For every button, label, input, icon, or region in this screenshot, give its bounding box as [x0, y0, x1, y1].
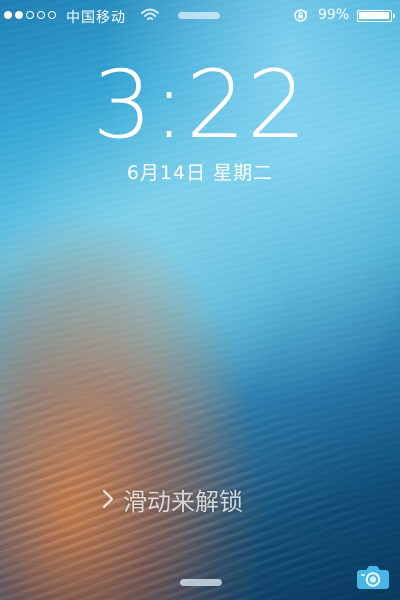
- signal-dot-filled: [15, 11, 23, 19]
- battery-icon: [357, 10, 395, 22]
- signal-dot-filled: [4, 11, 12, 19]
- carrier-name: 中国移动: [66, 10, 126, 26]
- lock-screen-time: 3:22: [92, 51, 308, 160]
- slide-to-unlock-label: 滑动来解锁: [123, 487, 243, 516]
- signal-dots-icon: [4, 11, 56, 19]
- signal-dot-empty: [48, 11, 56, 19]
- chevron-right-icon: [102, 489, 114, 509]
- battery-percent: 99%: [318, 7, 350, 23]
- notification-grabber[interactable]: [180, 579, 222, 586]
- lock-screen-date: 6月14日 星期二: [126, 162, 274, 184]
- battery-level-fill: [359, 12, 389, 19]
- signal-dot-empty: [37, 11, 45, 19]
- slide-to-unlock[interactable]: 滑动来解锁: [102, 485, 243, 516]
- signal-dot-empty: [26, 11, 34, 19]
- status-bar: 中国移动 99%: [0, 0, 400, 32]
- wifi-icon: [141, 8, 159, 20]
- lock-screen: 中国移动 99% 3:22 6月14日 星期二 滑动来解锁: [0, 0, 400, 600]
- wallpaper-sand-glow: [0, 350, 400, 600]
- rotation-lock-icon: [294, 9, 307, 22]
- control-center-grabber[interactable]: [178, 12, 220, 19]
- camera-icon[interactable]: [356, 564, 390, 590]
